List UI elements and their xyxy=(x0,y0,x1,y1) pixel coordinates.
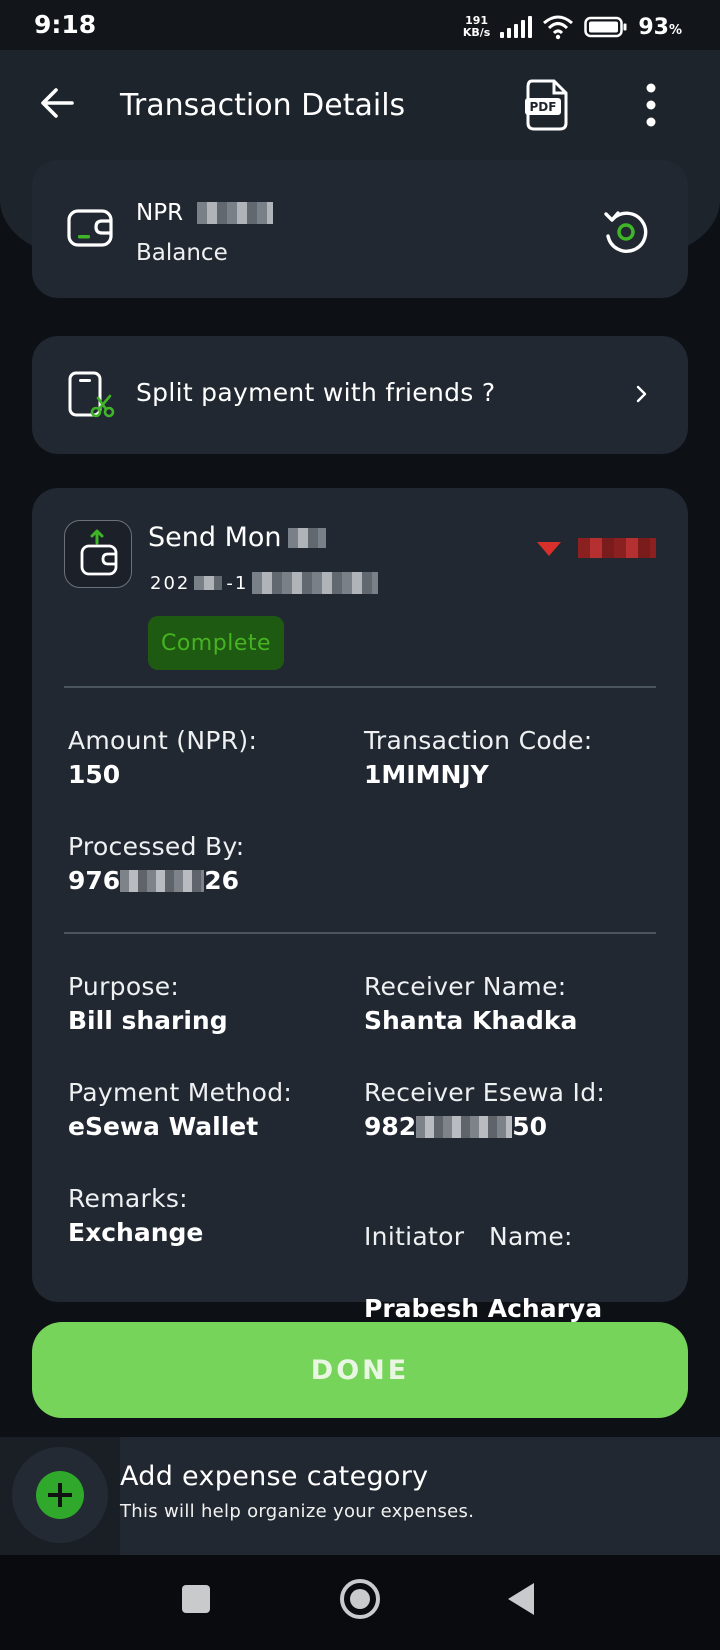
amount-field: Amount (NPR): 150 xyxy=(68,724,358,792)
receiver-name-value: Shanta Khadka xyxy=(364,1006,578,1035)
remarks-value: Exchange xyxy=(68,1218,204,1247)
payment-method-value: eSewa Wallet xyxy=(68,1112,259,1141)
processed-by-field: Processed By: 976 26 xyxy=(68,830,358,898)
expense-subtitle: This will help organize your expenses. xyxy=(120,1501,475,1522)
balance-hidden-value xyxy=(197,202,274,224)
more-vertical-icon xyxy=(646,83,656,127)
processed-by-value: 976 26 xyxy=(68,866,239,895)
add-category-button[interactable] xyxy=(12,1447,108,1543)
balance-card: NPR Balance xyxy=(32,160,688,298)
split-payment-card[interactable]: Split payment with friends ? xyxy=(32,336,688,454)
wifi-icon xyxy=(543,15,574,40)
signal-icon xyxy=(500,16,533,38)
status-time: 9:18 xyxy=(34,10,97,39)
receiver-id-field: Receiver Esewa Id: 982 50 xyxy=(364,1076,654,1144)
purpose-value: Bill sharing xyxy=(68,1006,228,1035)
debit-arrow-icon xyxy=(537,542,561,556)
receiver-id-label: Receiver Esewa Id: xyxy=(364,1078,606,1107)
receiver-id-value: 982 50 xyxy=(364,1112,547,1141)
transaction-amount-hidden xyxy=(578,538,656,558)
amount-label: Amount (NPR): xyxy=(68,726,258,755)
receiver-name-field: Receiver Name: Shanta Khadka xyxy=(364,970,654,1038)
balance-currency: NPR xyxy=(136,200,184,226)
remarks-field: Remarks: Exchange xyxy=(68,1182,358,1250)
transaction-code-label: Transaction Code: xyxy=(364,726,593,755)
back-triangle-icon[interactable] xyxy=(508,1583,534,1615)
split-bill-icon xyxy=(68,371,115,418)
battery-icon xyxy=(584,16,627,38)
more-options-button[interactable] xyxy=(636,82,666,128)
refresh-icon xyxy=(604,211,648,253)
transaction-code-value: 1MIMNJY xyxy=(364,760,489,789)
purpose-label: Purpose: xyxy=(68,972,180,1001)
transaction-date: 202 -1 xyxy=(150,572,379,594)
status-bar: 9:18 191 KB/s 93% xyxy=(0,0,720,50)
chevron-right-icon xyxy=(636,385,647,403)
amount-value: 150 xyxy=(68,760,121,789)
transaction-date-prefix: 202 xyxy=(150,572,191,594)
split-payment-label: Split payment with friends ? xyxy=(136,378,496,407)
initiator-value: Prabesh Acharya xyxy=(364,1294,603,1323)
page-title: Transaction Details xyxy=(120,88,406,123)
transaction-date-mid: -1 xyxy=(226,572,249,594)
arrow-left-icon xyxy=(41,88,74,118)
network-speed: 191 KB/s xyxy=(463,15,490,39)
wallet-icon xyxy=(67,209,113,247)
add-expense-category-banner[interactable]: Add expense category This will help orga… xyxy=(0,1437,720,1555)
initiator-label: Initiator Name: xyxy=(364,1222,573,1251)
payment-method-field: Payment Method: eSewa Wallet xyxy=(68,1076,358,1144)
system-navigation-bar xyxy=(0,1555,720,1650)
transaction-type-label: Send Mon xyxy=(148,522,282,553)
battery-percent: 93% xyxy=(638,14,682,40)
pdf-label: PDF xyxy=(530,100,557,114)
balance-label: Balance xyxy=(136,240,228,266)
remarks-label: Remarks: xyxy=(68,1184,188,1213)
divider xyxy=(64,932,656,934)
balance-amount: NPR xyxy=(136,200,274,226)
network-speed-unit: KB/s xyxy=(462,26,491,39)
status-icons: 191 KB/s 93% xyxy=(463,12,682,42)
home-icon[interactable] xyxy=(340,1579,380,1619)
receiver-name-label: Receiver Name: xyxy=(364,972,567,1001)
transaction-type: Send Mon xyxy=(148,522,326,553)
transaction-code-field: Transaction Code: 1MIMNJY xyxy=(364,724,654,792)
divider xyxy=(64,686,656,688)
pdf-download-button[interactable]: PDF xyxy=(524,78,570,132)
refresh-balance-button[interactable] xyxy=(600,206,652,258)
processed-by-label: Processed By: xyxy=(68,832,245,861)
transaction-detail-card: Send Mon 202 -1 Complete Amount (NPR): 1… xyxy=(32,488,688,1323)
purpose-field: Purpose: Bill sharing xyxy=(68,970,358,1038)
payment-method-label: Payment Method: xyxy=(68,1078,293,1107)
plus-icon xyxy=(36,1471,84,1519)
back-button[interactable] xyxy=(36,82,78,124)
done-button[interactable]: DONE xyxy=(32,1322,688,1418)
status-badge: Complete xyxy=(148,616,284,670)
expense-title: Add expense category xyxy=(120,1461,429,1492)
pdf-file-icon: PDF xyxy=(525,79,568,131)
send-money-icon xyxy=(64,520,132,588)
recent-apps-icon[interactable] xyxy=(182,1585,210,1613)
